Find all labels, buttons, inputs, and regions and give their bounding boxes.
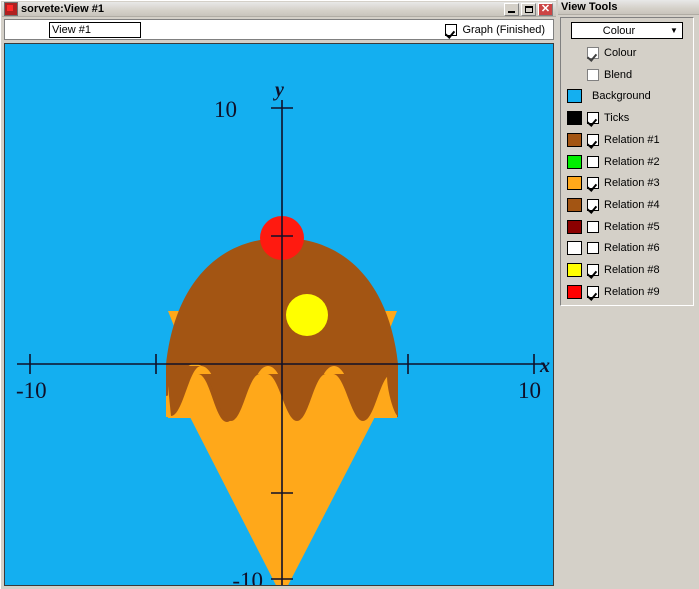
colour-swatch[interactable] bbox=[567, 154, 582, 169]
swatch-spacer bbox=[567, 68, 582, 82]
colour-swatch[interactable] bbox=[567, 263, 582, 277]
colour-mode-select-value: Colour bbox=[602, 24, 636, 37]
plot-canvas[interactable]: -10 10 10 -10 x y bbox=[4, 43, 554, 586]
option-row-relation-9[interactable]: Relation #9 bbox=[567, 283, 660, 301]
graph-status-group[interactable]: Graph (Finished) bbox=[445, 23, 545, 36]
app-root: sorvete:View #1 ✕ Graph (Finished) bbox=[0, 0, 699, 589]
colour-swatch[interactable] bbox=[567, 284, 582, 299]
option-row-colour[interactable]: Colour bbox=[567, 44, 636, 62]
minimize-icon bbox=[508, 10, 515, 13]
checkbox-relation-6[interactable] bbox=[587, 242, 599, 255]
plot-svg: -10 10 10 -10 x y bbox=[5, 44, 553, 585]
view-tools-title: View Tools bbox=[558, 0, 699, 15]
view-tools-panel: View Tools Colour ▼ Colour Blend Backgroun… bbox=[558, 0, 699, 589]
series-relation-8-dot bbox=[286, 294, 328, 336]
window-titlebar[interactable]: sorvete:View #1 ✕ bbox=[2, 2, 556, 17]
option-label: Relation #9 bbox=[604, 285, 660, 298]
colour-swatch[interactable] bbox=[567, 89, 582, 104]
swatch-spacer bbox=[567, 46, 582, 60]
option-row-ticks[interactable]: Ticks bbox=[567, 109, 629, 127]
colour-swatch[interactable] bbox=[567, 197, 582, 212]
option-row-relation-6[interactable]: Relation #6 bbox=[567, 239, 660, 257]
checkbox-relation-4[interactable] bbox=[587, 198, 599, 211]
view-toolbar: Graph (Finished) bbox=[4, 19, 554, 40]
option-label: Blend bbox=[604, 68, 633, 81]
option-row-relation-3[interactable]: Relation #3 bbox=[567, 174, 660, 192]
checkbox-ticks[interactable] bbox=[587, 112, 599, 125]
checkbox-relation-8[interactable] bbox=[587, 264, 599, 276]
option-label: Relation #5 bbox=[604, 220, 660, 233]
option-label: Background bbox=[592, 90, 651, 103]
close-icon: ✕ bbox=[540, 2, 551, 15]
option-row-background[interactable]: Background bbox=[567, 87, 651, 105]
checkbox-relation-9[interactable] bbox=[587, 285, 599, 298]
checkbox-blend[interactable] bbox=[587, 68, 599, 81]
option-label: Relation #2 bbox=[604, 155, 660, 168]
maximize-button[interactable] bbox=[521, 2, 536, 16]
y-tick-label-min: -10 bbox=[232, 568, 263, 585]
graph-window: sorvete:View #1 ✕ Graph (Finished) bbox=[0, 0, 556, 589]
colour-swatch[interactable] bbox=[567, 132, 582, 147]
option-row-blend[interactable]: Blend bbox=[567, 66, 632, 84]
checkbox-relation-3[interactable] bbox=[587, 177, 599, 190]
colour-mode-select[interactable]: Colour ▼ bbox=[571, 22, 683, 39]
option-row-relation-4[interactable]: Relation #4 bbox=[567, 196, 660, 214]
colour-swatch[interactable] bbox=[567, 241, 582, 256]
view-tools-body: Colour ▼ Colour Blend Background Ticks Relat… bbox=[560, 17, 694, 306]
y-axis-label: y bbox=[273, 79, 284, 101]
colour-swatch[interactable] bbox=[567, 111, 582, 126]
y-tick-label-max: 10 bbox=[214, 97, 237, 122]
option-label: Colour bbox=[604, 47, 637, 59]
option-row-relation-5[interactable]: Relation #5 bbox=[567, 218, 660, 236]
close-button[interactable]: ✕ bbox=[538, 2, 553, 16]
checkbox-relation-5[interactable] bbox=[587, 220, 599, 233]
option-row-relation-2[interactable]: Relation #2 bbox=[567, 153, 660, 171]
checkbox-relation-1[interactable] bbox=[587, 133, 599, 146]
graph-status-checkbox[interactable] bbox=[445, 23, 458, 36]
option-row-relation-8[interactable]: Relation #8 bbox=[567, 261, 660, 279]
colour-swatch[interactable] bbox=[567, 219, 582, 234]
option-row-relation-1[interactable]: Relation #1 bbox=[567, 131, 660, 149]
option-label: Relation #3 bbox=[604, 177, 660, 190]
colour-swatch[interactable] bbox=[567, 176, 582, 191]
x-axis-label: x bbox=[539, 355, 550, 377]
app-icon bbox=[4, 2, 18, 16]
window-buttons: ✕ bbox=[504, 2, 553, 16]
x-tick-label-min: -10 bbox=[16, 378, 47, 403]
maximize-icon bbox=[525, 5, 533, 13]
option-label: Relation #1 bbox=[604, 133, 660, 146]
chevron-down-icon: ▼ bbox=[670, 26, 678, 35]
graph-status-label: Graph (Finished) bbox=[462, 23, 545, 36]
option-label: Relation #8 bbox=[604, 264, 660, 276]
window-title: sorvete:View #1 bbox=[21, 3, 104, 15]
option-label: Ticks bbox=[604, 112, 630, 125]
option-label: Relation #4 bbox=[604, 198, 660, 211]
x-tick-label-max: 10 bbox=[518, 378, 541, 403]
checkbox-colour[interactable] bbox=[587, 47, 599, 59]
view-name-input[interactable] bbox=[49, 21, 141, 38]
option-label: Relation #6 bbox=[604, 242, 660, 255]
minimize-button[interactable] bbox=[504, 2, 519, 16]
checkbox-relation-2[interactable] bbox=[587, 155, 599, 168]
